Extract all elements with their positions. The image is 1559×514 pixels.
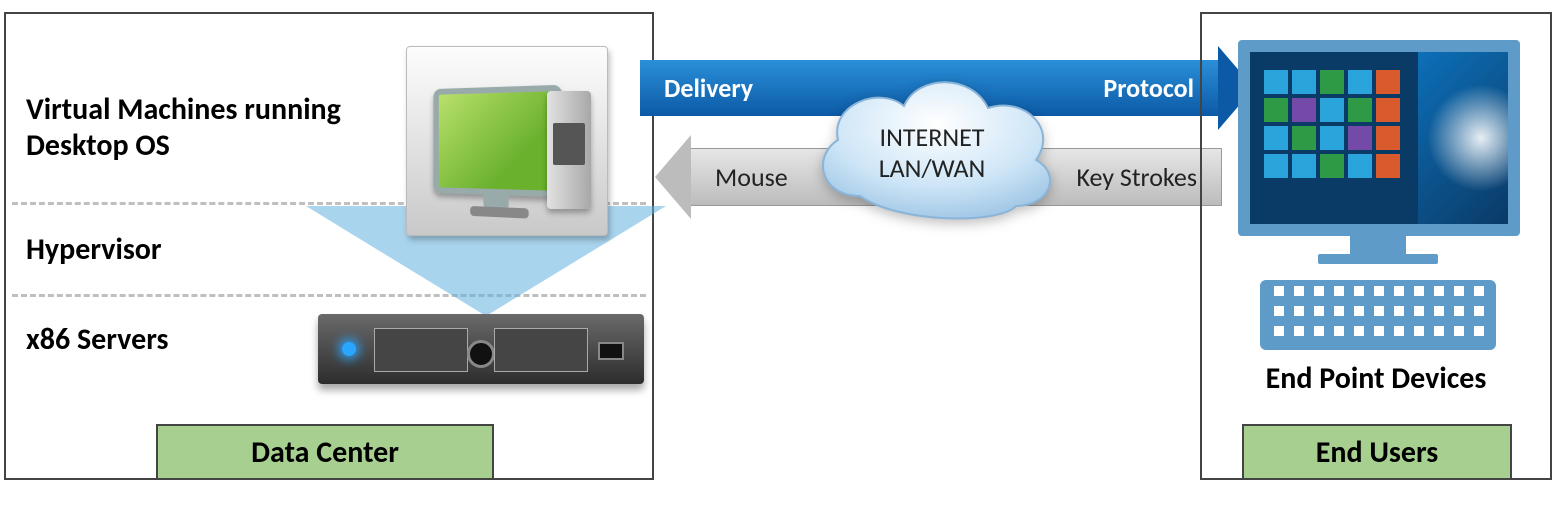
- end-users-tag: End Users: [1242, 424, 1512, 480]
- cloud-line1: INTERNET: [880, 122, 985, 153]
- data-center-tag: Data Center: [156, 424, 494, 480]
- delivery-label: Delivery: [640, 72, 777, 104]
- end-users-tag-label: End Users: [1316, 434, 1439, 471]
- endpoint-device-icon: [1238, 40, 1518, 350]
- network-cloud-icon: INTERNET LAN/WAN: [800, 56, 1064, 230]
- protocol-label: Protocol: [1079, 72, 1218, 104]
- x86-server-icon: [318, 314, 644, 384]
- vm-desktop-icon: [406, 46, 608, 236]
- keystrokes-label: Key Strokes: [1052, 161, 1221, 193]
- end-users-panel: End Point Devices End Users: [1200, 12, 1552, 480]
- data-center-panel: Virtual Machines running Desktop OS Hype…: [4, 12, 654, 480]
- data-center-tag-label: Data Center: [251, 434, 399, 471]
- endpoint-devices-label: End Point Devices: [1202, 360, 1550, 397]
- mouse-label: Mouse: [691, 161, 812, 193]
- keyboard-icon: [1260, 280, 1496, 350]
- cloud-line2: LAN/WAN: [879, 153, 986, 184]
- hypervisor-layer-label: Hypervisor: [26, 232, 162, 268]
- diagram-stage: Virtual Machines running Desktop OS Hype…: [0, 0, 1559, 514]
- vm-layer-label: Virtual Machines running Desktop OS: [26, 92, 356, 164]
- server-layer-label: x86 Servers: [26, 322, 168, 358]
